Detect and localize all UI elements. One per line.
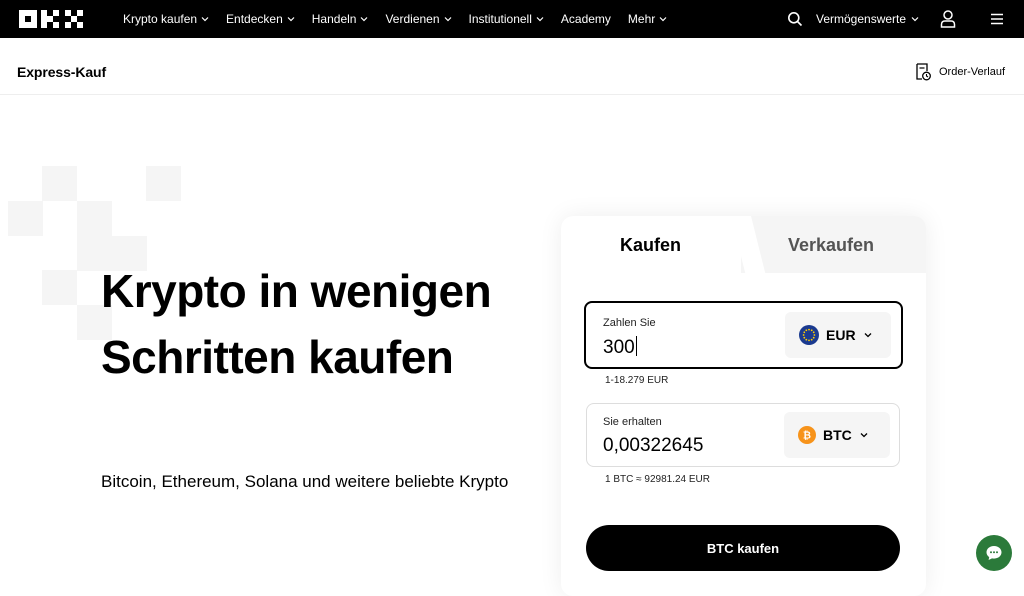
chat-bubble-icon — [986, 546, 1002, 560]
tab-kaufen[interactable]: Kaufen — [620, 235, 681, 256]
main-menu: Krypto kaufen Entdecken Handeln Verdiene… — [123, 0, 684, 38]
nav-item-label: Institutionell — [468, 12, 532, 26]
pay-amount-value: 300 — [603, 337, 635, 358]
okx-logo[interactable] — [19, 10, 85, 28]
nav-item-institutionell[interactable]: Institutionell — [469, 12, 544, 26]
pay-range-hint: 1-18.279 EUR — [605, 375, 669, 386]
nav-item-label: Handeln — [311, 12, 357, 26]
nav-item-label: Academy — [560, 12, 611, 26]
eu-flag-icon — [799, 325, 819, 345]
hamburger-menu-icon[interactable] — [990, 13, 1004, 25]
top-navigation: Krypto kaufen Entdecken Handeln Verdiene… — [0, 0, 1024, 38]
bitcoin-icon: ₿ — [798, 426, 816, 444]
exchange-rate-hint: 1 BTC ≈ 92981.24 EUR — [605, 474, 710, 485]
svg-text:₿: ₿ — [803, 430, 811, 442]
order-history-link[interactable]: Order-Verlauf — [915, 63, 1005, 81]
nav-item-label: Entdecken — [226, 12, 283, 26]
chevron-down-icon — [864, 333, 872, 338]
chevron-down-icon — [536, 17, 544, 22]
chevron-down-icon — [860, 433, 868, 438]
text-cursor — [635, 336, 637, 356]
pay-amount-field[interactable]: Zahlen Sie 300 EUR — [584, 301, 903, 369]
nav-item-academy[interactable]: Academy — [561, 12, 611, 26]
hero-title: Krypto in wenigen Schritten kaufen — [101, 265, 492, 383]
page-title: Express-Kauf — [17, 64, 107, 80]
pay-currency-code: EUR — [826, 327, 856, 343]
nav-item-verdienen[interactable]: Verdienen — [385, 12, 451, 26]
chevron-down-icon — [287, 17, 295, 22]
chevron-down-icon — [361, 17, 368, 22]
receive-label: Sie erhalten — [603, 416, 662, 428]
nav-item-label: Verdienen — [385, 12, 440, 26]
assets-dropdown[interactable]: Vermögenswerte — [816, 12, 919, 26]
pay-label: Zahlen Sie — [603, 317, 656, 329]
assets-label: Vermögenswerte — [816, 12, 907, 26]
receive-amount-value[interactable]: 0,00322645 — [603, 435, 703, 457]
hero-subtitle: Bitcoin, Ethereum, Solana und weitere be… — [101, 472, 509, 491]
nav-item-entdecken[interactable]: Entdecken — [226, 12, 295, 26]
sub-header: Express-Kauf Order-Verlauf — [0, 38, 1024, 95]
receive-currency-code: BTC — [823, 427, 852, 443]
chevron-down-icon — [201, 17, 209, 22]
nav-item-label: Mehr — [627, 12, 656, 26]
receive-currency-select[interactable]: ₿ BTC — [784, 412, 890, 458]
pay-currency-select[interactable]: EUR — [785, 312, 891, 358]
receive-amount-field[interactable]: Sie erhalten 0,00322645 ₿ BTC — [586, 403, 900, 467]
receipt-clock-icon — [916, 63, 931, 81]
chevron-down-icon — [659, 17, 667, 22]
nav-item-krypto-kaufen[interactable]: Krypto kaufen — [123, 12, 209, 26]
buy-btc-button[interactable]: BTC kaufen — [586, 525, 900, 571]
pay-amount-input[interactable]: 300 — [603, 336, 637, 359]
express-buy-card: Kaufen Verkaufen Zahlen Sie 300 EUR 1-18… — [561, 216, 926, 596]
nav-item-handeln[interactable]: Handeln — [312, 12, 369, 26]
order-history-label: Order-Verlauf — [939, 66, 1006, 78]
chat-support-button[interactable] — [976, 535, 1012, 571]
nav-item-label: Krypto kaufen — [123, 12, 198, 26]
trade-tabs: Kaufen Verkaufen — [561, 216, 926, 273]
chevron-down-icon — [444, 17, 451, 22]
chevron-down-icon — [911, 17, 919, 22]
user-icon[interactable] — [940, 10, 956, 28]
tab-verkaufen[interactable]: Verkaufen — [788, 235, 874, 256]
search-icon[interactable] — [787, 11, 803, 27]
nav-item-mehr[interactable]: Mehr — [628, 12, 667, 26]
